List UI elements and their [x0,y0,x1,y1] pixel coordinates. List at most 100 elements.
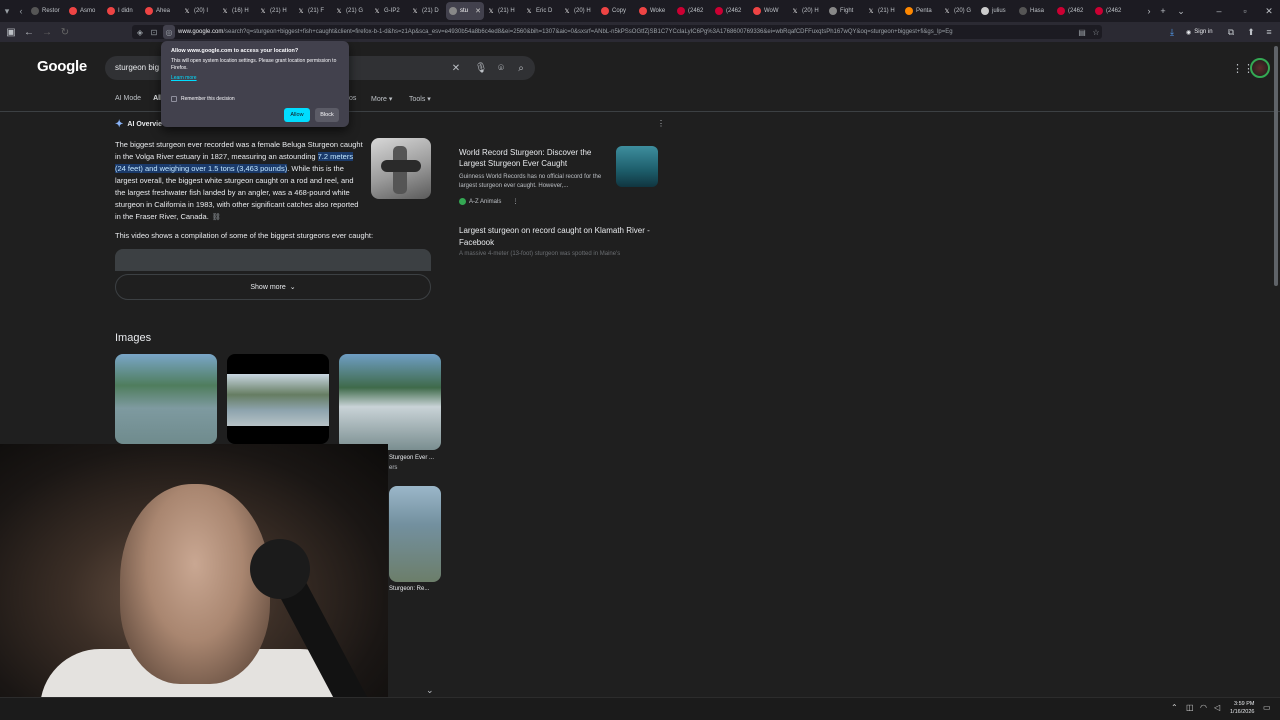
notifications-icon[interactable]: ▭ [1263,703,1271,712]
wifi-icon[interactable]: ◠ [1200,703,1207,712]
sparkle-icon: ✦ [115,119,124,130]
browser-tab[interactable]: 𝕏 (20) H [788,2,826,20]
checkbox[interactable] [171,96,177,102]
browser-tab[interactable]: Woke [636,2,674,20]
google-logo[interactable]: Google [37,58,87,75]
firefox-account-icon[interactable]: ⬆ [1242,22,1260,42]
browser-tab[interactable]: 𝕏 (20) I [180,2,218,20]
browser-tab[interactable]: Restor [28,2,66,20]
reader-view-icon[interactable]: ▤ [1076,25,1088,39]
browser-tab[interactable]: 𝕏 (20) G [940,2,978,20]
chevron-down-icon[interactable]: ⌄ [426,685,434,696]
browser-tab[interactable]: 𝕏 (21) F [294,2,332,20]
reload-icon[interactable]: ↻ [56,22,74,42]
browser-tab[interactable]: (2462 [1092,2,1130,20]
browser-tab[interactable]: 𝕏 (21) D [408,2,446,20]
search-input[interactable]: sturgeon big [115,63,159,72]
browser-tab[interactable]: 𝕏 Eric D [522,2,560,20]
system-clock[interactable]: 3:59 PM 1/16/2026 [1230,700,1254,716]
source-link-title[interactable]: World Record Sturgeon: Discover the Larg… [459,147,609,169]
tab-label: Ahea [156,8,171,14]
source-link-title[interactable]: Largest sturgeon on record caught on Kla… [459,225,659,249]
url-host: www.google.com [178,29,224,35]
tab-tools[interactable]: Tools ▾ [409,95,431,103]
image-caption[interactable]: Sturgeon Ever ... [389,455,434,461]
browser-tab[interactable]: 𝕏 (21) H [256,2,294,20]
downloads-icon[interactable]: ⤓ [1163,22,1181,42]
browser-tab[interactable]: 𝕏 (21) H [484,2,522,20]
extensions-icon[interactable]: ⧉ [1222,22,1240,42]
forward-icon[interactable]: → [38,22,56,42]
more-options-icon[interactable]: ⋮ [657,119,665,128]
browser-tab[interactable]: 𝕏 (21) G [332,2,370,20]
allow-button[interactable]: Allow [284,108,310,122]
url-bar[interactable]: www.google.com/search?q=sturgeon+biggest… [132,25,1102,39]
ai-overview-image[interactable] [371,138,431,199]
browser-tab[interactable]: (2462 [1054,2,1092,20]
lens-icon[interactable]: ⌾ [494,61,508,75]
browser-tab[interactable]: Asmo [66,2,104,20]
bookmark-star-icon[interactable]: ☆ [1090,25,1102,39]
link-icon[interactable]: ⛓ [212,214,221,221]
learn-more-link[interactable]: Learn more [171,75,339,81]
network-icon[interactable]: ◫ [1186,703,1194,712]
minimize-icon[interactable]: – [1206,0,1232,22]
tab-label: (20) I [194,8,209,14]
tab-videos-partial[interactable]: os [349,95,356,102]
browser-tab[interactable]: julius [978,2,1016,20]
clear-icon[interactable]: ✕ [449,61,463,75]
search-icon[interactable]: ⌕ [514,61,528,75]
voice-search-icon[interactable]: 🎙 [474,61,488,75]
close-tab-icon[interactable]: ✕ [475,7,481,15]
tab-label: (2462 [726,8,742,14]
browser-tab[interactable]: I didn [104,2,142,20]
browser-tab[interactable]: 𝕏 (20) H [560,2,598,20]
tab-list-icon[interactable]: ▾ [0,0,14,22]
image-result[interactable] [227,354,329,444]
tab-list-dropdown-icon[interactable]: ⌄ [1168,0,1194,22]
browser-tab[interactable]: Fight [826,2,864,20]
menu-icon[interactable]: ≡ [1260,22,1278,42]
more-options-icon[interactable]: ⋮ [512,198,518,205]
browser-tab[interactable]: Copy [598,2,636,20]
browser-tab[interactable]: WoW [750,2,788,20]
page-scrollbar[interactable] [1274,46,1278,286]
tab-ai-mode[interactable]: AI Mode [115,95,141,107]
volume-icon[interactable]: ◁ [1214,703,1220,712]
tab-label: julius [992,8,1006,14]
sidebar-icon[interactable]: ▣ [2,22,20,42]
maximize-icon[interactable]: ▫ [1232,0,1258,22]
browser-tab[interactable]: (2462 [674,2,712,20]
browser-tab[interactable]: (2462 [712,2,750,20]
tray-chevron-icon[interactable]: ⌃ [1171,703,1178,712]
source-site[interactable]: A-Z Animals ⋮ [459,198,518,205]
location-permission-icon[interactable]: ◎ [163,25,175,39]
image-result[interactable] [389,486,441,582]
browser-tab[interactable]: Ahea [142,2,180,20]
browser-tab[interactable]: 𝕏 G-IP2 [370,2,408,20]
shield-icon[interactable]: ◈ [134,25,146,39]
tab-favicon-icon [601,7,609,15]
browser-tab[interactable]: Penta [902,2,940,20]
image-caption[interactable]: Sturgeon: Re... [389,586,429,592]
remember-label: Remember this decision [181,96,235,102]
video-preview[interactable] [115,249,431,271]
avatar[interactable] [1250,58,1270,78]
lock-icon[interactable]: ⊡ [148,25,160,39]
tab-more[interactable]: More ▾ [371,95,392,103]
image-result[interactable] [115,354,217,444]
tab-label: (20) H [574,8,591,14]
browser-tab[interactable]: stu ✕ [446,2,484,20]
remember-decision-checkbox[interactable]: Remember this decision [171,96,235,102]
close-window-icon[interactable]: ✕ [1256,0,1280,22]
browser-tab[interactable]: Hasa [1016,2,1054,20]
browser-tab[interactable]: 𝕏 (21) H [864,2,902,20]
tab-scroll-left-icon[interactable]: ‹ [14,0,28,22]
sign-in-button[interactable]: ◉ Sign in [1186,22,1213,42]
show-more-button[interactable]: Show more ⌄ [115,274,431,300]
block-button[interactable]: Block [315,108,339,122]
back-icon[interactable]: ← [20,22,38,42]
image-result[interactable] [339,354,441,450]
source-thumbnail[interactable] [616,146,658,187]
browser-tab[interactable]: 𝕏 (16) H [218,2,256,20]
